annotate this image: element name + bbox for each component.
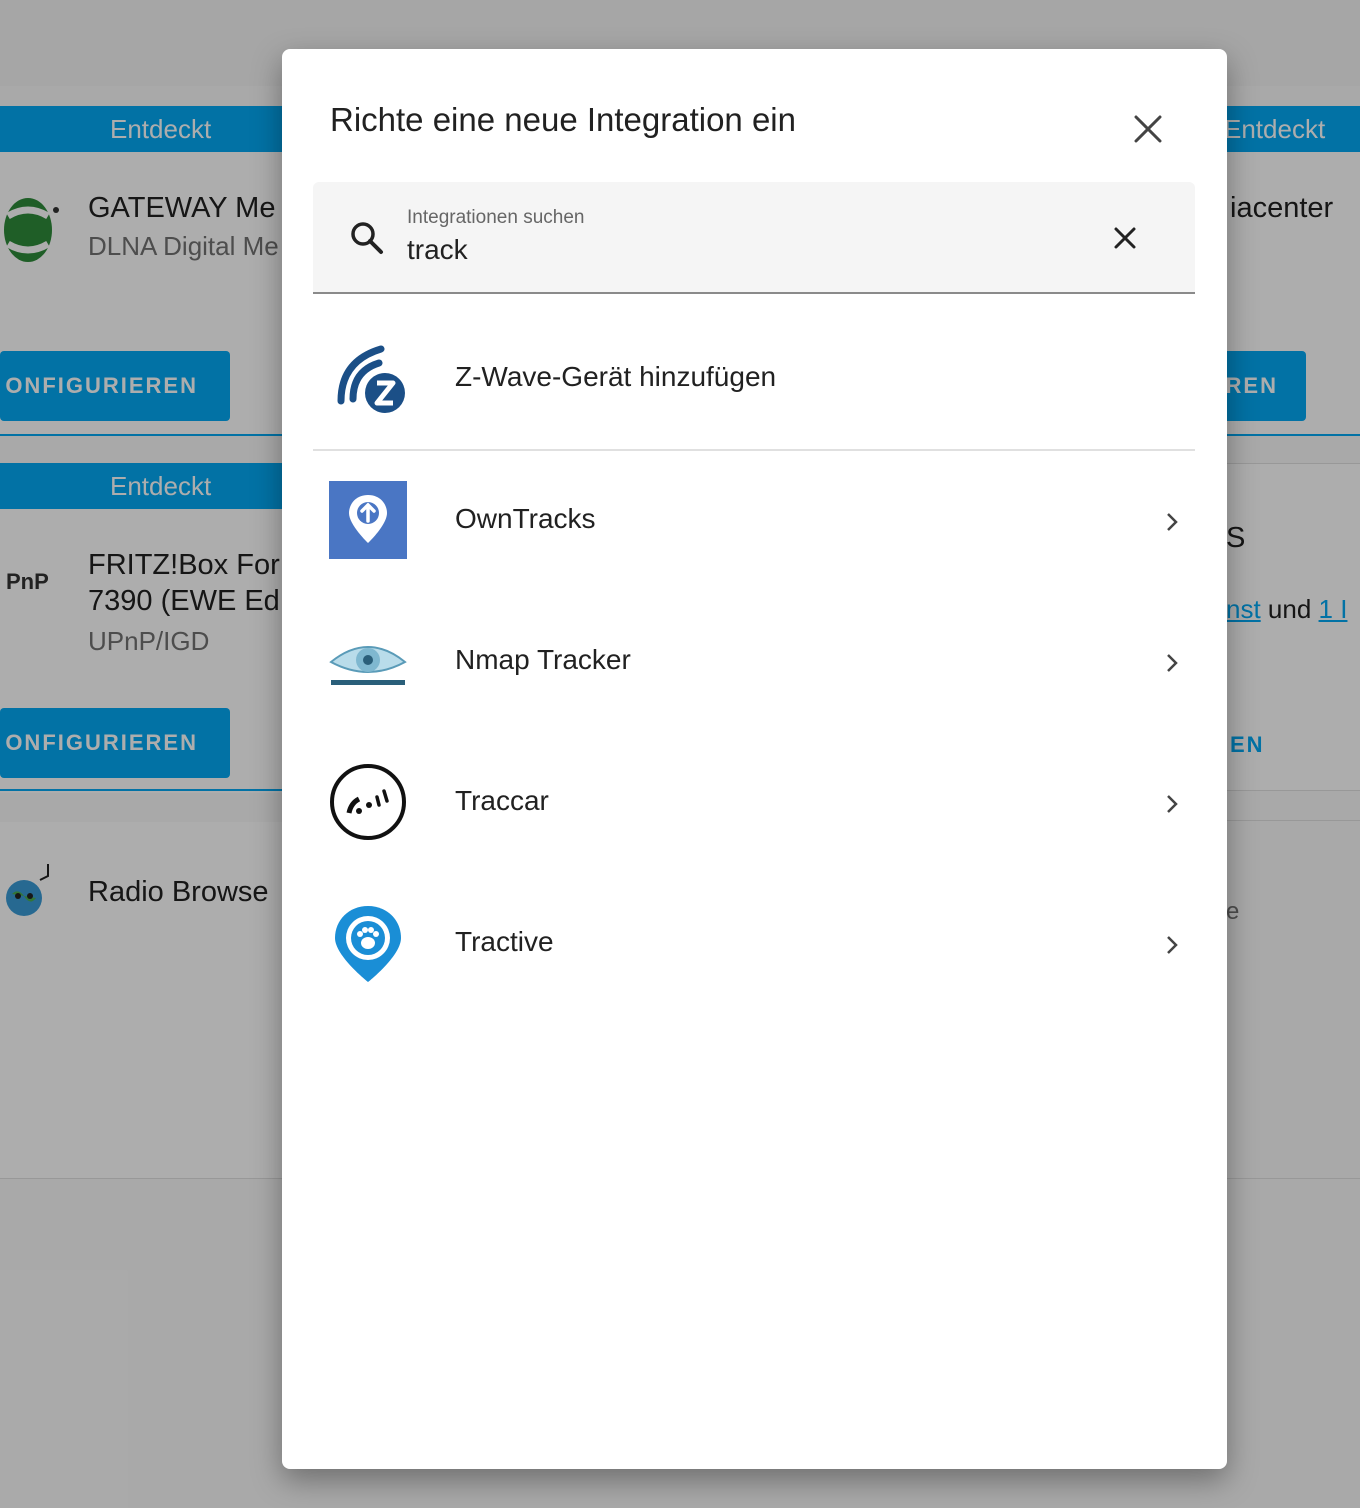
tractive-icon [335, 906, 401, 982]
zwave-icon [337, 345, 405, 413]
list-item-label: Tractive [455, 926, 554, 957]
close-icon[interactable] [1126, 107, 1170, 151]
list-item-label: Z-Wave-Gerät hinzufügen [455, 361, 777, 392]
chevron-right-icon [1167, 795, 1178, 813]
chevron-right-icon [1167, 513, 1178, 531]
list-item-label: Nmap Tracker [455, 644, 631, 675]
add-integration-dialog: Richte eine neue Integration ein Integra… [282, 49, 1227, 1469]
list-item-zwave[interactable]: Z-Wave-Gerät hinzufügen [313, 309, 1195, 449]
traccar-icon [330, 764, 406, 840]
list-item-owntracks[interactable]: OwnTracks [313, 451, 1195, 591]
list-item-nmap-tracker[interactable]: Nmap Tracker [313, 592, 1195, 732]
search-input[interactable] [407, 234, 1047, 266]
owntracks-icon [329, 481, 407, 559]
list-item-label: Traccar [455, 785, 549, 816]
list-item-traccar[interactable]: Traccar [313, 733, 1195, 873]
nmap-icon [329, 646, 407, 685]
list-item-label: OwnTracks [455, 503, 596, 534]
search-icon [351, 222, 383, 254]
list-item-tractive[interactable]: Tractive [313, 874, 1195, 1014]
chevron-right-icon [1167, 936, 1178, 954]
clear-icon[interactable] [1105, 218, 1145, 258]
search-label: Integrationen suchen [407, 207, 585, 228]
search-field[interactable]: Integrationen suchen [313, 182, 1195, 294]
chevron-right-icon [1167, 654, 1178, 672]
dialog-title: Richte eine neue Integration ein [330, 101, 796, 138]
